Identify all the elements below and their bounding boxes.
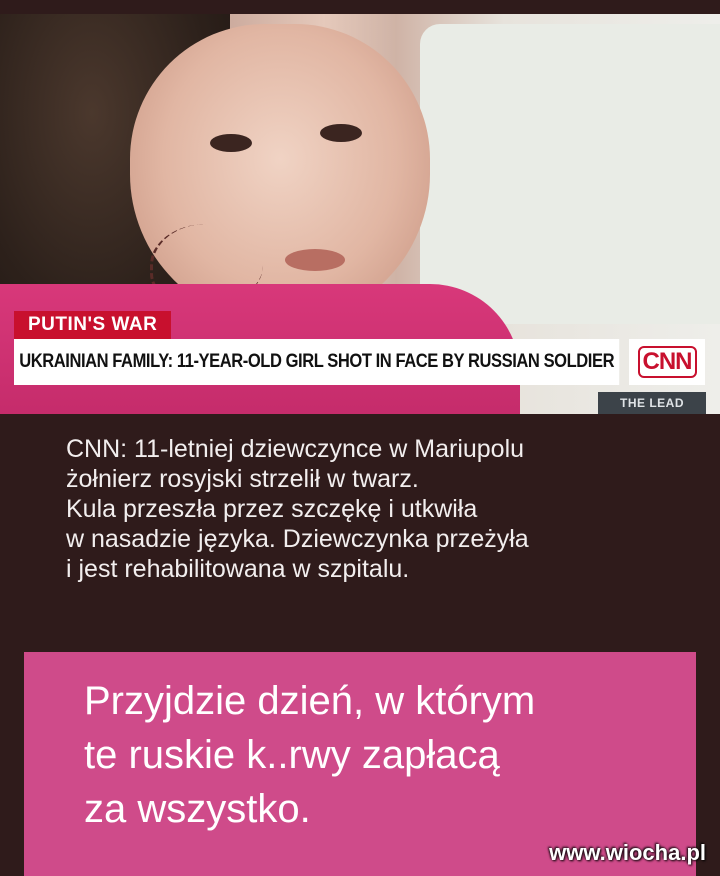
cnn-logo-text: CNN	[637, 346, 697, 378]
cnn-logo: CNN	[629, 339, 705, 385]
caption-line: CNN: 11-letniej dziewczynce w Mariupolu	[66, 435, 525, 463]
caption-line: i jest rehabilitowana w szpitalu.	[66, 555, 410, 583]
caption-line: Kula przeszła przez szczękę i utkwiła	[66, 495, 478, 523]
right-eye	[320, 124, 362, 142]
watermark: www.wiocha.pl	[549, 840, 706, 865]
message-line: Przyjdzie dzień, w którym	[84, 679, 536, 723]
caption-line: w nasadzie języka. Dziewczynka przeżyła	[66, 525, 529, 553]
face	[130, 24, 430, 324]
program-tag: PUTIN'S WAR	[14, 311, 172, 339]
show-name: THE LEAD	[598, 392, 706, 414]
news-headline: UKRAINIAN FAMILY: 11-YEAR-OLD GIRL SHOT …	[14, 339, 620, 385]
news-lower-third: PUTIN'S WAR UKRAINIAN FAMILY: 11-YEAR-OL…	[0, 305, 720, 414]
left-eye	[210, 134, 252, 152]
message-text: Przyjdzie dzień, w którym te ruskie k..r…	[84, 674, 684, 836]
message-line: za wszystko.	[84, 787, 311, 831]
message-line: te ruskie k..rwy zapłacą	[84, 733, 500, 777]
caption-text: CNN: 11-letniej dziewczynce w Mariupolu …	[66, 434, 686, 584]
caption-line: żołnierz rosyjski strzelił w twarz.	[66, 465, 419, 493]
pillow	[420, 24, 720, 324]
mouth	[285, 249, 345, 271]
